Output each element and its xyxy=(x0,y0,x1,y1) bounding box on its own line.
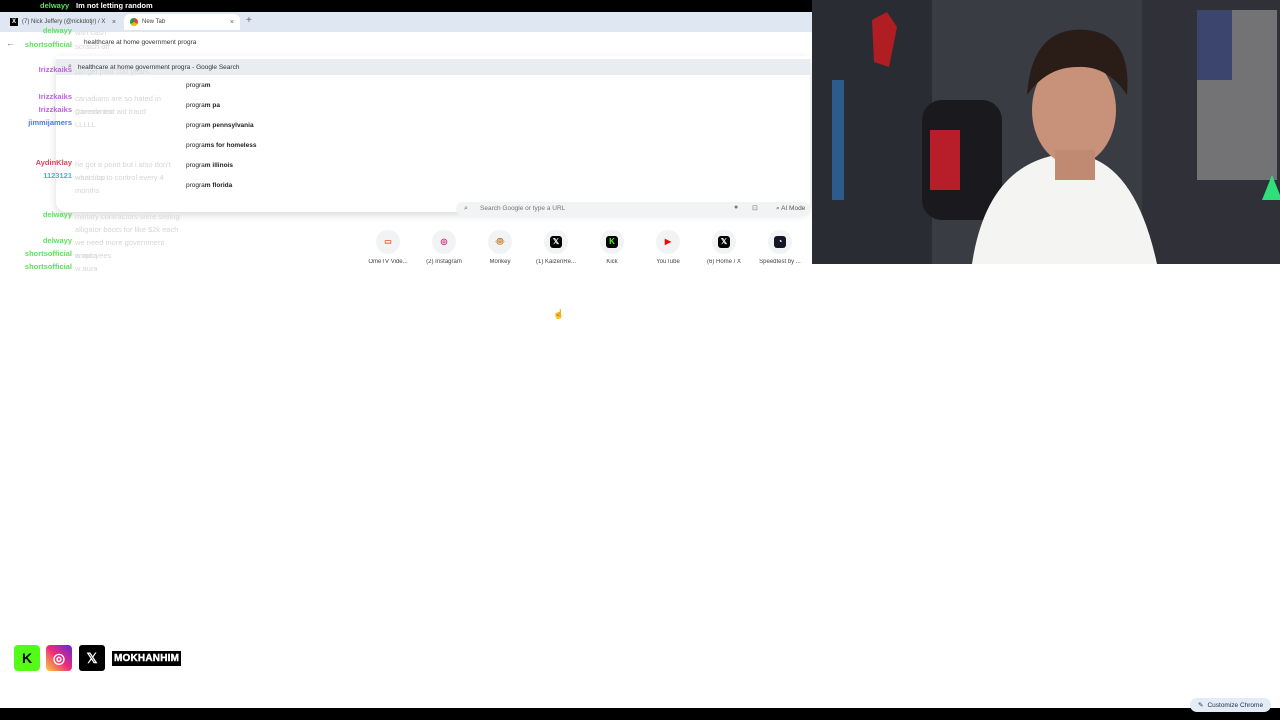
ntp-search-box[interactable]: ⌕ Search Google or type a URL ● ⊡ ⌕ AI M… xyxy=(456,202,810,216)
shortcut-icon-frame: K xyxy=(600,230,624,254)
chat-username: shortsofficial xyxy=(24,262,72,271)
search-icon: ⌕ xyxy=(464,205,468,212)
webcam-image xyxy=(812,0,1280,264)
shortcut-label: OmeTV Vide... xyxy=(368,259,408,265)
shortcut-icon-frame: 𝕏 xyxy=(712,230,736,254)
kick-icon: K xyxy=(14,645,40,671)
chat-username: AydinKlay xyxy=(35,158,72,167)
shortcut-icon-frame: ▭ xyxy=(376,230,400,254)
shortcut-tile[interactable]: K Kick xyxy=(584,230,640,265)
instagram-icon: ◎ xyxy=(46,645,72,671)
customize-chrome-button[interactable]: ✎ Customize Chrome xyxy=(1190,698,1272,712)
chat-username: delwayy xyxy=(42,26,72,35)
lens-icon[interactable]: ⊡ xyxy=(752,204,758,212)
shortcut-label: Speedtest by ... xyxy=(759,259,801,265)
chat-username: shortsofficial xyxy=(24,40,72,49)
chat-username: Irizzkaiks xyxy=(38,105,72,114)
stream-frame: X (7) Nick Jeffery (@nickdotjr) / X × Ne… xyxy=(0,0,1280,720)
chat-text: w aura xyxy=(75,251,98,260)
x-icon: 𝕏 xyxy=(78,644,106,672)
close-tab-icon[interactable]: × xyxy=(230,19,234,26)
chat-text: scratch off xyxy=(75,42,110,51)
ai-mode-button[interactable]: ⌕ AI Mode xyxy=(776,205,805,213)
shortcut-label: YouTube xyxy=(656,259,680,265)
chat-username: delwayy xyxy=(42,210,72,219)
shortcut-label: (6) Home / X xyxy=(706,259,741,265)
instagram-icon: ◎ xyxy=(440,237,448,246)
speedtest-icon: ◔ xyxy=(774,236,786,248)
shortcut-icon-frame: ◎ xyxy=(432,230,456,254)
chat-text: LLLLL xyxy=(75,120,96,129)
monkey-icon: 🐵 xyxy=(495,237,505,246)
shortcut-icon-frame: ◔ xyxy=(768,230,792,254)
chat-username: jimmijamers xyxy=(28,118,72,127)
suggestion-item[interactable]: program florida xyxy=(186,182,232,189)
ometv-icon: ▭ xyxy=(384,237,392,246)
streamer-handle: MOKHANHIM xyxy=(112,650,182,666)
chat-text: with cash xyxy=(75,28,107,37)
shortcut-tile[interactable]: ▭ OmeTV Vide... xyxy=(360,230,416,265)
suggestion-item[interactable]: programs for homeless xyxy=(186,142,256,149)
social-links-overlay: K ◎ 𝕏 MOKHANHIM xyxy=(14,644,182,672)
mouse-cursor-icon: ☝ xyxy=(553,309,565,319)
youtube-icon: ▶ xyxy=(664,237,672,246)
x-icon: 𝕏 xyxy=(718,236,730,248)
pencil-icon: ✎ xyxy=(1198,702,1204,709)
chat-username: Irizzkaiks xyxy=(38,65,72,74)
shortcut-label: (2) Instagram xyxy=(426,259,462,265)
webcam-feed xyxy=(812,0,1280,264)
shortcut-tile[interactable]: 𝕏 (1) KaizenRe... xyxy=(528,230,584,265)
chat-text: w aura xyxy=(75,264,98,273)
new-tab-button[interactable]: + xyxy=(246,15,252,26)
suggestion-item[interactable]: program pennsylvania xyxy=(186,122,254,129)
chat-text: military contractors were selling alliga… xyxy=(75,212,180,234)
chat-username: shortsofficial xyxy=(24,249,72,258)
chat-text: ppl get paid 100 years xyxy=(75,67,149,76)
shortcut-icon-frame: ▶ xyxy=(656,230,680,254)
suggestion-item[interactable]: program illinois xyxy=(186,162,233,169)
chat-text: whats up xyxy=(75,173,106,182)
chat-username: delwayy xyxy=(42,236,72,245)
shortcut-tile[interactable]: 𝕏 (6) Home / X xyxy=(696,230,752,265)
search-placeholder: Search Google or type a URL xyxy=(480,205,566,212)
kick-icon: K xyxy=(606,236,618,248)
shortcut-label: Monkey xyxy=(489,259,511,265)
chat-username: 1123121 xyxy=(43,171,72,180)
shortcut-icon-frame: 🐵 xyxy=(488,230,512,254)
shortcut-tile[interactable]: ◎ (2) Instagram xyxy=(416,230,472,265)
chat-text: government aid fraud xyxy=(75,107,146,116)
shortcut-tile[interactable]: 🐵 Monkey xyxy=(472,230,528,265)
chat-overlay: delwayy with cash shortsofficial scratch of… xyxy=(0,0,190,280)
suggestion-item[interactable]: program pa xyxy=(186,102,220,109)
x-icon: 𝕏 xyxy=(550,236,562,248)
microphone-icon[interactable]: ● xyxy=(734,204,738,211)
shortcut-tile[interactable]: ▶ YouTube xyxy=(640,230,696,265)
chat-username: Irizzkaiks xyxy=(38,92,72,101)
shortcut-tile[interactable]: ◔ Speedtest by ... xyxy=(752,230,808,265)
shortcut-label: (1) KaizenRe... xyxy=(535,259,577,265)
shortcut-label: Kick xyxy=(606,259,618,265)
shortcut-icon-frame: 𝕏 xyxy=(544,230,568,254)
